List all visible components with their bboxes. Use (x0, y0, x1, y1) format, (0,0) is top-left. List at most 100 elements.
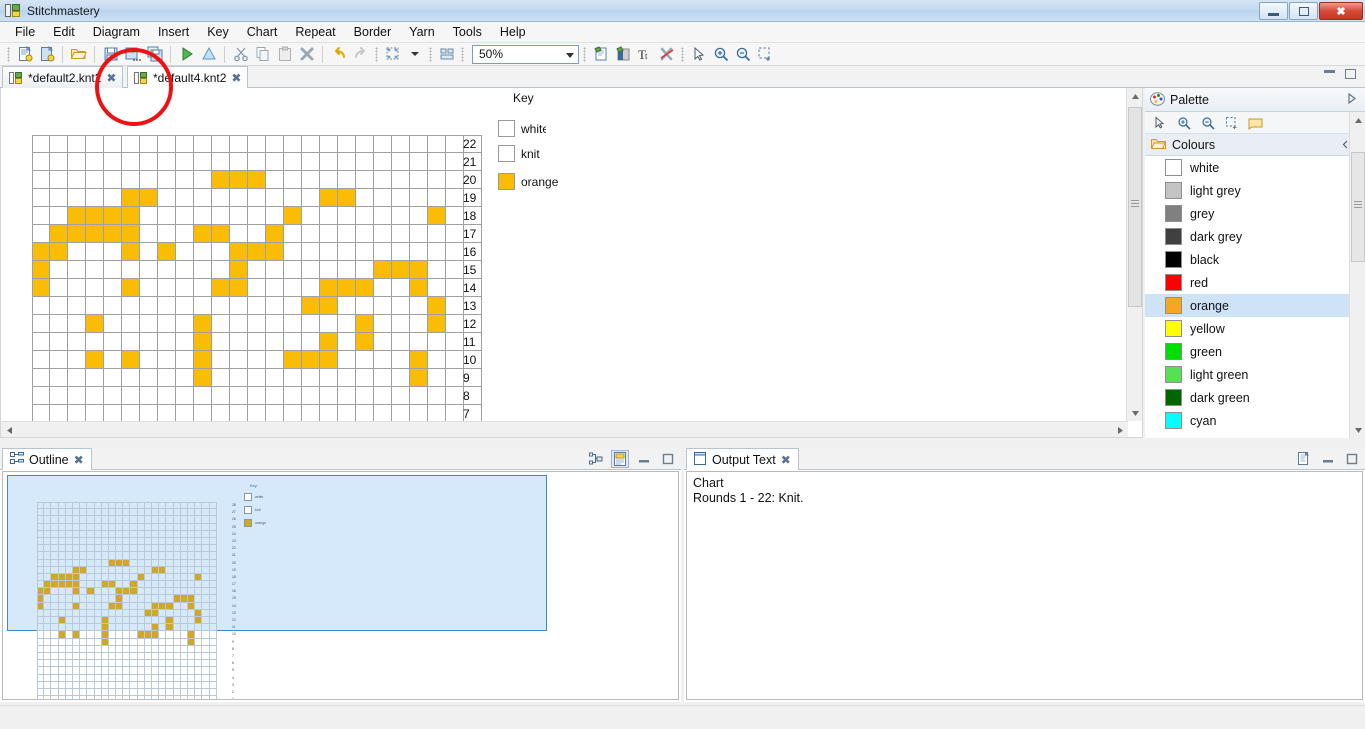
chart-cell[interactable] (338, 387, 356, 405)
scroll-down-arrow-icon[interactable] (1127, 405, 1143, 421)
chart-cell[interactable] (104, 225, 122, 243)
chart-cell[interactable] (284, 207, 302, 225)
zoom-in-icon[interactable] (710, 44, 731, 64)
chart-cell[interactable] (32, 189, 50, 207)
chart-cell[interactable] (50, 369, 68, 387)
chart-cell[interactable] (284, 243, 302, 261)
text-tool-icon[interactable]: Tt (634, 44, 655, 64)
zoom-in-icon[interactable] (1175, 114, 1193, 132)
chart-cell[interactable] (302, 135, 320, 153)
minimize-panel-icon[interactable] (1319, 450, 1337, 468)
new-chart-icon[interactable] (36, 44, 57, 64)
chart-cell[interactable] (68, 387, 86, 405)
chart-cell[interactable] (266, 297, 284, 315)
scroll-left-arrow-icon[interactable] (1, 422, 17, 438)
chart-cell[interactable] (122, 153, 140, 171)
chart-cell[interactable] (338, 351, 356, 369)
menu-edit[interactable]: Edit (44, 23, 84, 41)
chart-cell[interactable] (194, 189, 212, 207)
chart-cell[interactable] (320, 369, 338, 387)
chart-cell[interactable] (230, 351, 248, 369)
tab-output-text[interactable]: Output Text ✖ (686, 448, 799, 470)
scroll-up-arrow-icon[interactable] (1350, 112, 1365, 128)
chart-cell[interactable] (158, 225, 176, 243)
chart-cell[interactable] (212, 351, 230, 369)
menu-chart[interactable]: Chart (238, 23, 287, 41)
chart-cell[interactable] (86, 135, 104, 153)
scroll-right-arrow-icon[interactable] (1112, 422, 1128, 438)
close-button[interactable]: ✖ (1319, 2, 1363, 20)
editor-tab-close-icon[interactable]: ✖ (231, 71, 241, 85)
chart-cell[interactable] (320, 333, 338, 351)
chart-cell[interactable] (392, 369, 410, 387)
chart-cell[interactable] (284, 135, 302, 153)
chart-cell[interactable] (248, 243, 266, 261)
chart-cell[interactable] (266, 189, 284, 207)
chart-cell[interactable] (356, 315, 374, 333)
image-icon[interactable] (612, 44, 633, 64)
chart-cell[interactable] (338, 135, 356, 153)
chart-cell[interactable] (194, 279, 212, 297)
chart-cell[interactable] (410, 189, 428, 207)
chart-cell[interactable] (122, 279, 140, 297)
chart-cell[interactable] (230, 261, 248, 279)
chart-cell[interactable] (374, 261, 392, 279)
chart-cell[interactable] (86, 189, 104, 207)
minimize-editor-icon[interactable] (1324, 70, 1335, 73)
chart-cell[interactable] (392, 387, 410, 405)
chart-cell[interactable] (248, 135, 266, 153)
chart-row[interactable] (32, 171, 482, 189)
chart-cell[interactable] (266, 207, 284, 225)
chart-cell[interactable] (194, 171, 212, 189)
output-tab-close-icon[interactable]: ✖ (781, 453, 791, 467)
chart-cell[interactable] (104, 153, 122, 171)
chart-cell[interactable] (392, 189, 410, 207)
minimize-panel-icon[interactable] (635, 450, 653, 468)
chart-cell[interactable] (392, 243, 410, 261)
toolbar-grip[interactable] (7, 47, 10, 62)
chart-cell[interactable] (212, 387, 230, 405)
chart-grid[interactable] (32, 135, 482, 423)
align-icon[interactable] (436, 44, 457, 64)
chart-cell[interactable] (320, 351, 338, 369)
editor-horizontal-scrollbar[interactable] (1, 421, 1128, 437)
select-pattern-icon[interactable] (382, 44, 403, 64)
chart-cell[interactable] (392, 225, 410, 243)
chart-cell[interactable] (86, 333, 104, 351)
chart-cell[interactable] (248, 279, 266, 297)
chart-row[interactable] (32, 297, 482, 315)
chart-cell[interactable] (392, 153, 410, 171)
chart-cell[interactable] (104, 297, 122, 315)
chart-cell[interactable] (32, 243, 50, 261)
chart-cell[interactable] (158, 189, 176, 207)
chart-cell[interactable] (158, 351, 176, 369)
chart-row[interactable] (32, 333, 482, 351)
chart-cell[interactable] (140, 225, 158, 243)
palette-colour-item[interactable]: black (1145, 248, 1365, 271)
chart-cell[interactable] (68, 135, 86, 153)
chart-cell[interactable] (176, 189, 194, 207)
chart-cell[interactable] (68, 297, 86, 315)
chart-cell[interactable] (410, 225, 428, 243)
chart-cell[interactable] (320, 189, 338, 207)
chart-cell[interactable] (374, 189, 392, 207)
chart-cell[interactable] (248, 387, 266, 405)
chart-cell[interactable] (158, 297, 176, 315)
chart-cell[interactable] (194, 243, 212, 261)
chart-cell[interactable] (32, 351, 50, 369)
chart-cell[interactable] (158, 315, 176, 333)
chart-cell[interactable] (104, 315, 122, 333)
open-folder-icon[interactable] (68, 44, 89, 64)
chart-cell[interactable] (32, 387, 50, 405)
chart-cell[interactable] (320, 225, 338, 243)
copy-icon[interactable] (252, 44, 273, 64)
chart-cell[interactable] (68, 315, 86, 333)
chart-cell[interactable] (392, 351, 410, 369)
chart-cell[interactable] (338, 261, 356, 279)
save-all-icon[interactable] (144, 44, 165, 64)
chart-cell[interactable] (230, 225, 248, 243)
chart-cell[interactable] (248, 171, 266, 189)
chart-cell[interactable] (32, 135, 50, 153)
chart-cell[interactable] (230, 207, 248, 225)
chart-cell[interactable] (104, 261, 122, 279)
